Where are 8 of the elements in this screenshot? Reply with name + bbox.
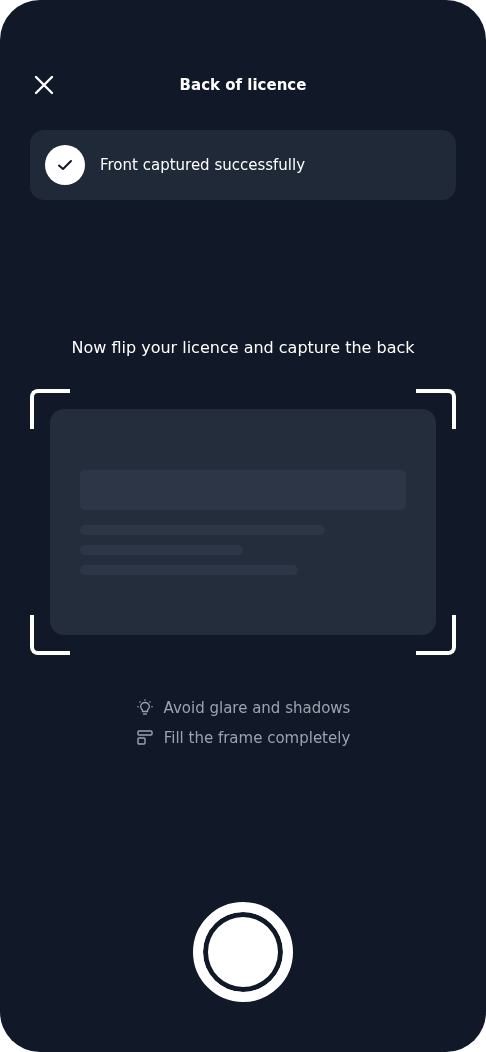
instruction-text: Now flip your licence and capture the back xyxy=(70,338,416,357)
lightbulb-icon xyxy=(135,699,154,717)
tip-text: Avoid glare and shadows xyxy=(163,699,351,717)
screen-title: Back of licence xyxy=(178,76,308,94)
status-message: Front captured successfully xyxy=(100,156,306,174)
close-icon xyxy=(34,75,54,95)
layout-icon xyxy=(135,729,154,747)
tip-text: Fill the frame completely xyxy=(163,729,351,747)
